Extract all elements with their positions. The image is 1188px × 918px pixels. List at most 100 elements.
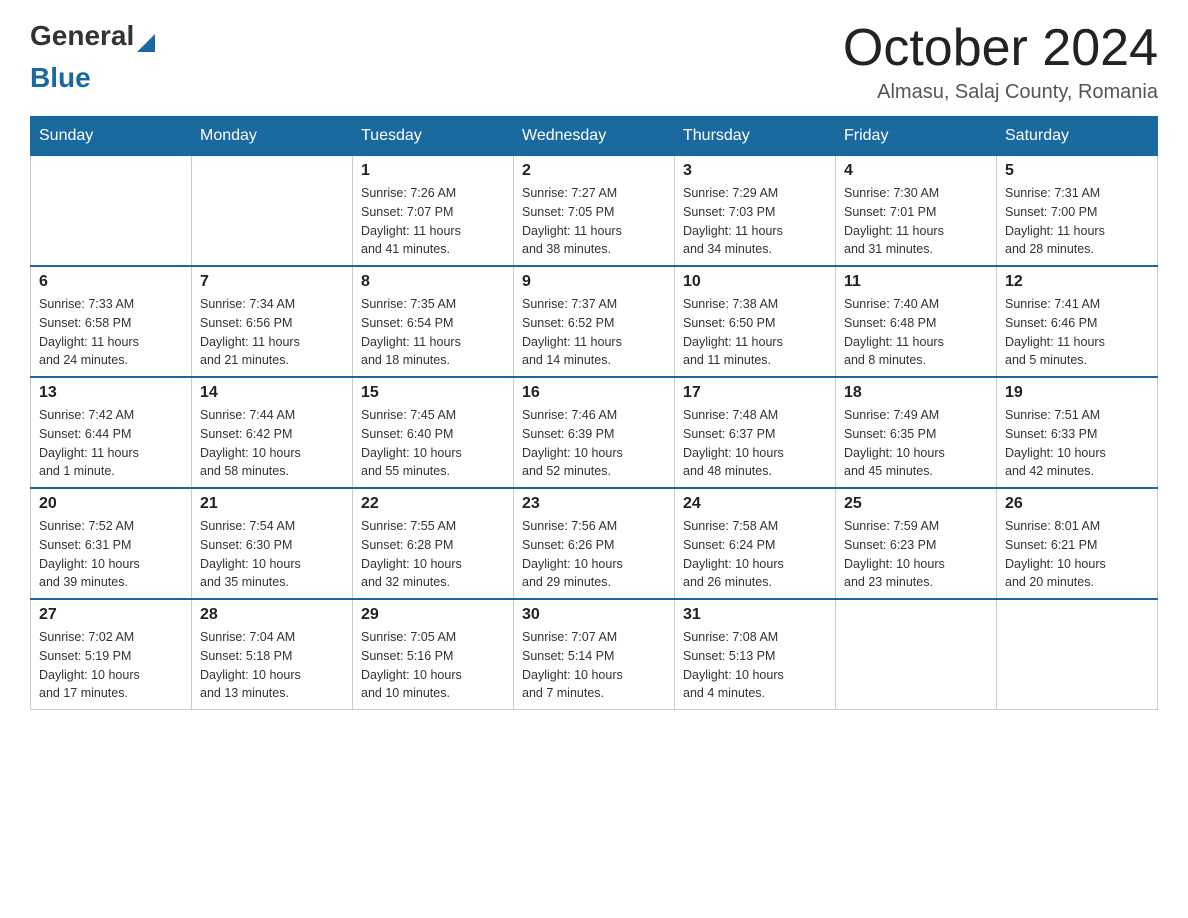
day-number: 3 — [683, 162, 827, 180]
day-number: 12 — [1005, 273, 1149, 291]
day-number: 31 — [683, 606, 827, 624]
day-detail: Sunrise: 7:37 AM Sunset: 6:52 PM Dayligh… — [522, 295, 666, 370]
day-detail: Sunrise: 7:02 AM Sunset: 5:19 PM Dayligh… — [39, 628, 183, 703]
calendar-week-row: 20Sunrise: 7:52 AM Sunset: 6:31 PM Dayli… — [31, 488, 1158, 599]
day-number: 26 — [1005, 495, 1149, 513]
logo: General Blue — [30, 20, 155, 94]
calendar-cell: 25 Sunrise: 7:59 AM Sunset: 6:23 PM Dayli… — [836, 488, 997, 599]
calendar-cell: 13 Sunrise: 7:42 AM Sunset: 6:44 PM Dayli… — [31, 377, 192, 488]
day-detail: Sunrise: 7:42 AM Sunset: 6:44 PM Dayligh… — [39, 406, 183, 481]
calendar-cell: 3 Sunrise: 7:29 AM Sunset: 7:03 PM Daylig… — [675, 156, 836, 267]
weekday-header-wednesday: Wednesday — [514, 117, 675, 156]
day-detail: Sunrise: 7:45 AM Sunset: 6:40 PM Dayligh… — [361, 406, 505, 481]
day-detail: Sunrise: 7:56 AM Sunset: 6:26 PM Dayligh… — [522, 517, 666, 592]
day-number: 13 — [39, 384, 183, 402]
calendar-cell: 31 Sunrise: 7:08 AM Sunset: 5:13 PM Dayli… — [675, 599, 836, 710]
calendar-cell — [997, 599, 1158, 710]
calendar-cell: 21Sunrise: 7:54 AM Sunset: 6:30 PM Dayli… — [192, 488, 353, 599]
calendar-week-row: 13 Sunrise: 7:42 AM Sunset: 6:44 PM Dayli… — [31, 377, 1158, 488]
day-detail: Sunrise: 7:48 AM Sunset: 6:37 PM Dayligh… — [683, 406, 827, 481]
day-number: 18 — [844, 384, 988, 402]
weekday-header-row: SundayMondayTuesdayWednesdayThursdayFrid… — [31, 117, 1158, 156]
calendar-cell: 10Sunrise: 7:38 AM Sunset: 6:50 PM Dayli… — [675, 266, 836, 377]
calendar-cell: 17 Sunrise: 7:48 AM Sunset: 6:37 PM Dayli… — [675, 377, 836, 488]
calendar-cell: 29 Sunrise: 7:05 AM Sunset: 5:16 PM Dayli… — [353, 599, 514, 710]
day-detail: Sunrise: 7:08 AM Sunset: 5:13 PM Dayligh… — [683, 628, 827, 703]
calendar-cell — [192, 156, 353, 267]
day-number: 14 — [200, 384, 344, 402]
calendar-cell: 2Sunrise: 7:27 AM Sunset: 7:05 PM Daylig… — [514, 156, 675, 267]
day-number: 11 — [844, 273, 988, 291]
day-detail: Sunrise: 7:38 AM Sunset: 6:50 PM Dayligh… — [683, 295, 827, 370]
day-detail: Sunrise: 7:52 AM Sunset: 6:31 PM Dayligh… — [39, 517, 183, 592]
calendar-cell: 4Sunrise: 7:30 AM Sunset: 7:01 PM Daylig… — [836, 156, 997, 267]
day-number: 29 — [361, 606, 505, 624]
day-detail: Sunrise: 7:55 AM Sunset: 6:28 PM Dayligh… — [361, 517, 505, 592]
day-number: 23 — [522, 495, 666, 513]
month-title: October 2024 — [843, 20, 1158, 77]
calendar-cell: 12 Sunrise: 7:41 AM Sunset: 6:46 PM Dayli… — [997, 266, 1158, 377]
weekday-header-thursday: Thursday — [675, 117, 836, 156]
day-detail: Sunrise: 7:33 AM Sunset: 6:58 PM Dayligh… — [39, 295, 183, 370]
day-detail: Sunrise: 7:41 AM Sunset: 6:46 PM Dayligh… — [1005, 295, 1149, 370]
day-detail: Sunrise: 7:07 AM Sunset: 5:14 PM Dayligh… — [522, 628, 666, 703]
calendar-cell: 11 Sunrise: 7:40 AM Sunset: 6:48 PM Dayli… — [836, 266, 997, 377]
calendar-cell: 22Sunrise: 7:55 AM Sunset: 6:28 PM Dayli… — [353, 488, 514, 599]
day-detail: Sunrise: 7:54 AM Sunset: 6:30 PM Dayligh… — [200, 517, 344, 592]
day-detail: Sunrise: 7:05 AM Sunset: 5:16 PM Dayligh… — [361, 628, 505, 703]
day-detail: Sunrise: 7:40 AM Sunset: 6:48 PM Dayligh… — [844, 295, 988, 370]
day-detail: Sunrise: 7:59 AM Sunset: 6:23 PM Dayligh… — [844, 517, 988, 592]
day-detail: Sunrise: 7:46 AM Sunset: 6:39 PM Dayligh… — [522, 406, 666, 481]
calendar-week-row: 1 Sunrise: 7:26 AM Sunset: 7:07 PM Daylig… — [31, 156, 1158, 267]
day-number: 1 — [361, 162, 505, 180]
calendar-cell: 7 Sunrise: 7:34 AM Sunset: 6:56 PM Daylig… — [192, 266, 353, 377]
day-number: 16 — [522, 384, 666, 402]
day-detail: Sunrise: 7:04 AM Sunset: 5:18 PM Dayligh… — [200, 628, 344, 703]
calendar-week-row: 6 Sunrise: 7:33 AM Sunset: 6:58 PM Daylig… — [31, 266, 1158, 377]
calendar-cell — [31, 156, 192, 267]
weekday-header-saturday: Saturday — [997, 117, 1158, 156]
calendar-cell: 15 Sunrise: 7:45 AM Sunset: 6:40 PM Dayli… — [353, 377, 514, 488]
weekday-header-tuesday: Tuesday — [353, 117, 514, 156]
calendar-cell: 5Sunrise: 7:31 AM Sunset: 7:00 PM Daylig… — [997, 156, 1158, 267]
logo-blue-text: Blue — [30, 62, 155, 94]
weekday-header-sunday: Sunday — [31, 117, 192, 156]
day-number: 17 — [683, 384, 827, 402]
calendar-cell — [836, 599, 997, 710]
day-detail: Sunrise: 7:27 AM Sunset: 7:05 PM Dayligh… — [522, 184, 666, 259]
calendar-cell: 16 Sunrise: 7:46 AM Sunset: 6:39 PM Dayli… — [514, 377, 675, 488]
day-detail: Sunrise: 7:34 AM Sunset: 6:56 PM Dayligh… — [200, 295, 344, 370]
calendar-cell: 9 Sunrise: 7:37 AM Sunset: 6:52 PM Daylig… — [514, 266, 675, 377]
day-number: 30 — [522, 606, 666, 624]
calendar-cell: 19 Sunrise: 7:51 AM Sunset: 6:33 PM Dayli… — [997, 377, 1158, 488]
day-number: 7 — [200, 273, 344, 291]
day-number: 6 — [39, 273, 183, 291]
title-section: October 2024 Almasu, Salaj County, Roman… — [843, 20, 1158, 104]
calendar-cell: 14Sunrise: 7:44 AM Sunset: 6:42 PM Dayli… — [192, 377, 353, 488]
calendar-cell: 18Sunrise: 7:49 AM Sunset: 6:35 PM Dayli… — [836, 377, 997, 488]
page-header: General Blue October 2024 Almasu, Salaj … — [30, 20, 1158, 104]
day-number: 25 — [844, 495, 988, 513]
day-number: 19 — [1005, 384, 1149, 402]
day-number: 9 — [522, 273, 666, 291]
calendar-cell: 30 Sunrise: 7:07 AM Sunset: 5:14 PM Dayli… — [514, 599, 675, 710]
day-number: 4 — [844, 162, 988, 180]
calendar-cell: 8Sunrise: 7:35 AM Sunset: 6:54 PM Daylig… — [353, 266, 514, 377]
day-detail: Sunrise: 7:26 AM Sunset: 7:07 PM Dayligh… — [361, 184, 505, 259]
logo-triangle-icon — [137, 34, 155, 52]
weekday-header-monday: Monday — [192, 117, 353, 156]
calendar-cell: 27 Sunrise: 7:02 AM Sunset: 5:19 PM Dayli… — [31, 599, 192, 710]
day-number: 15 — [361, 384, 505, 402]
calendar-table: SundayMondayTuesdayWednesdayThursdayFrid… — [30, 116, 1158, 710]
calendar-cell: 26Sunrise: 8:01 AM Sunset: 6:21 PM Dayli… — [997, 488, 1158, 599]
calendar-cell: 1 Sunrise: 7:26 AM Sunset: 7:07 PM Daylig… — [353, 156, 514, 267]
day-detail: Sunrise: 7:51 AM Sunset: 6:33 PM Dayligh… — [1005, 406, 1149, 481]
calendar-cell: 20Sunrise: 7:52 AM Sunset: 6:31 PM Dayli… — [31, 488, 192, 599]
logo-general-text: General — [30, 20, 134, 52]
calendar-cell: 28Sunrise: 7:04 AM Sunset: 5:18 PM Dayli… — [192, 599, 353, 710]
day-detail: Sunrise: 7:31 AM Sunset: 7:00 PM Dayligh… — [1005, 184, 1149, 259]
location-title: Almasu, Salaj County, Romania — [843, 81, 1158, 104]
day-number: 24 — [683, 495, 827, 513]
day-detail: Sunrise: 7:29 AM Sunset: 7:03 PM Dayligh… — [683, 184, 827, 259]
day-number: 27 — [39, 606, 183, 624]
